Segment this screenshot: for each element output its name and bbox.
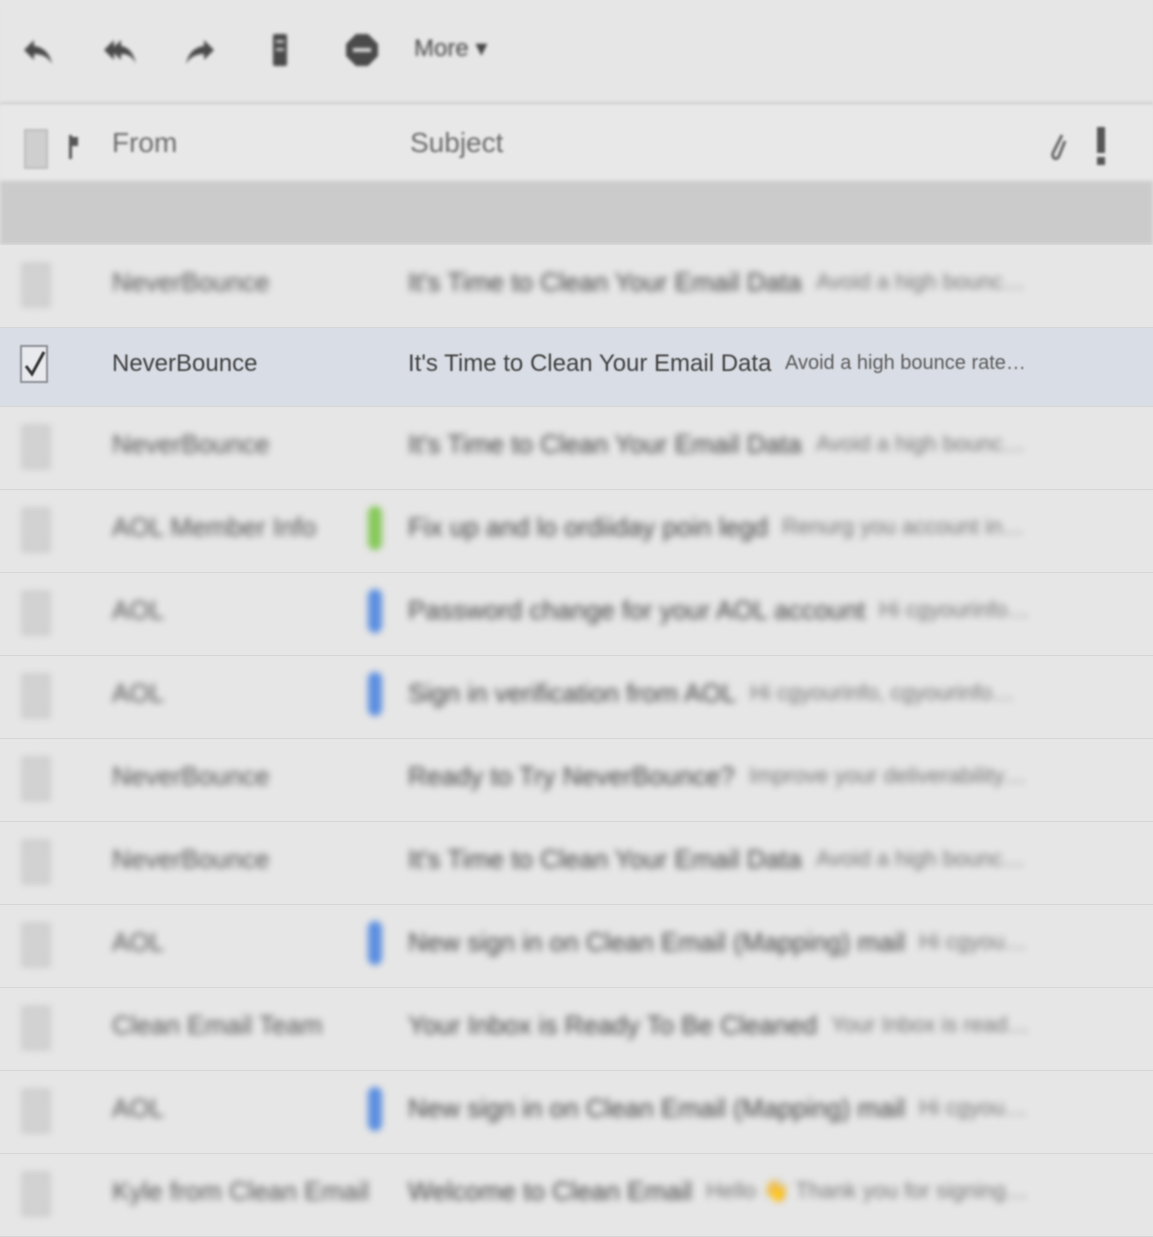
message-subject: Your Inbox is Ready To Be Cleaned — [408, 1010, 818, 1040]
message-snippet: Your Inbox is ready to be cleaned... — [831, 1012, 1030, 1037]
archive-icon — [273, 34, 287, 66]
archive-button[interactable] — [258, 28, 302, 72]
reply-button[interactable] — [16, 28, 60, 72]
message-snippet: Hi cgyourinfo, cgyourinfo@aol.co... — [750, 680, 1030, 705]
message-sender: Clean Email Team — [112, 1010, 323, 1040]
message-subject: New sign in on Clean Email (Mapping) mai… — [408, 927, 906, 957]
message-row[interactable]: AOL Member Info Fix up and lo ordiiday po… — [0, 490, 1153, 573]
message-sender: AOL — [112, 927, 165, 957]
message-sender: NeverBounce — [112, 267, 270, 297]
message-subject: New sign in on Clean Email (Mapping) mai… — [408, 1093, 906, 1123]
category-tag — [368, 506, 382, 550]
message-row[interactable]: Clean Email Team Your Inbox is Ready To B… — [0, 988, 1153, 1071]
message-checkbox[interactable] — [22, 757, 50, 801]
message-checkbox[interactable] — [22, 591, 50, 635]
message-snippet: Hi cgyourinfo, The passwo... — [879, 597, 1030, 622]
forward-button[interactable] — [178, 28, 222, 72]
message-snippet: Hello 👋 Thank you for signing up for Cle… — [706, 1178, 1030, 1203]
message-subject: It's Time to Clean Your Email Data — [408, 350, 772, 377]
message-checkbox[interactable] — [22, 1006, 50, 1050]
message-sender: AOL Member Info — [112, 512, 317, 542]
message-subject: Welcome to Clean Email — [408, 1176, 693, 1206]
message-sender: AOL — [112, 595, 165, 625]
message-row[interactable]: AOL Password change for your AOL account H… — [0, 573, 1153, 656]
message-row[interactable]: AOL New sign in on Clean Email (Mapping) … — [0, 905, 1153, 988]
message-checkbox[interactable] — [22, 263, 50, 307]
message-snippet: Hi cgyourinfo, Your AOL... — [919, 929, 1030, 954]
message-checkbox[interactable] — [22, 425, 50, 469]
message-sender: NeverBounce — [112, 761, 270, 791]
message-snippet: Hi cgyourinfo, Your AOL... — [919, 1095, 1030, 1120]
message-sender: Kyle from Clean Email — [112, 1176, 370, 1206]
flag-icon[interactable] — [68, 135, 78, 159]
reply-all-icon — [104, 40, 136, 64]
message-row[interactable]: AOL Sign in verification from AOL Hi cgyou… — [0, 656, 1153, 739]
attachment-icon[interactable] — [1048, 131, 1068, 165]
group-header-band — [0, 181, 1153, 245]
toolbar: More ▾ — [0, 0, 1153, 105]
reply-all-button[interactable] — [98, 28, 142, 72]
column-options-icon[interactable] — [1094, 127, 1108, 167]
message-checkbox[interactable] — [22, 1172, 50, 1216]
message-row[interactable]: Kyle from Clean Email Welcome to Clean Em… — [0, 1154, 1153, 1237]
message-snippet: Improve your deliverability and stop pro… — [749, 763, 1030, 788]
message-sender: NeverBounce — [112, 350, 258, 377]
message-sender: NeverBounce — [112, 844, 270, 874]
message-row[interactable]: NeverBounce It's Time to Clean Your Email… — [0, 328, 1153, 407]
subject-column-header[interactable]: Subject — [410, 127, 503, 159]
from-column-header[interactable]: From — [112, 127, 177, 159]
message-sender: AOL — [112, 1093, 165, 1123]
message-subject: It's Time to Clean Your Email Data — [408, 844, 802, 874]
message-subject: Ready to Try NeverBounce? — [408, 761, 735, 791]
message-row[interactable]: NeverBounce It's Time to Clean Your Email… — [0, 822, 1153, 905]
message-row[interactable]: AOL New sign in on Clean Email (Mapping) … — [0, 1071, 1153, 1154]
message-checkbox[interactable] — [22, 840, 50, 884]
message-sender: NeverBounce — [112, 429, 270, 459]
message-row[interactable]: NeverBounce It's Time to Clean Your Email… — [0, 407, 1153, 490]
message-row[interactable]: NeverBounce It's Time to Clean Your Email… — [0, 245, 1153, 328]
message-subject: Sign in verification from AOL — [408, 678, 737, 708]
message-snippet: Avoid a high bounce rate and reach ... — [816, 431, 1030, 456]
category-tag — [368, 589, 382, 633]
message-checkbox[interactable] — [22, 674, 50, 718]
message-row[interactable]: NeverBounce Ready to Try NeverBounce? Impr… — [0, 739, 1153, 822]
message-sender: AOL — [112, 678, 165, 708]
message-checkbox[interactable] — [20, 342, 48, 383]
message-checkbox[interactable] — [22, 1089, 50, 1133]
message-checkbox[interactable] — [22, 508, 50, 552]
message-subject: It's Time to Clean Your Email Data — [408, 429, 802, 459]
category-tag — [368, 921, 382, 965]
spam-icon — [346, 34, 378, 66]
reply-icon — [24, 40, 52, 64]
message-snippet: Avoid a high bounce rate and reach ... — [816, 846, 1030, 871]
message-snippet: Avoid a high bounce rate and reach ... — [785, 352, 1030, 374]
message-subject: Password change for your AOL account — [408, 595, 866, 625]
message-subject: Fix up and lo ordiiday poin legd — [408, 512, 768, 542]
message-checkbox[interactable] — [22, 923, 50, 967]
spam-button[interactable] — [340, 28, 384, 72]
checkmark-icon — [20, 345, 48, 383]
select-all-checkbox[interactable] — [24, 129, 48, 169]
category-tag — [368, 1087, 382, 1131]
message-subject: It's Time to Clean Your Email Data — [408, 267, 802, 297]
forward-icon — [186, 40, 214, 64]
message-snippet: Avoid a high bounce rate and reach ... — [816, 269, 1030, 294]
message-snippet: Renurg you account informatio fo... — [782, 514, 1030, 539]
category-tag — [368, 672, 382, 716]
more-menu-button[interactable]: More ▾ — [414, 34, 487, 63]
message-list: NeverBounce It's Time to Clean Your Email… — [0, 245, 1153, 1237]
column-header: From Subject — [0, 105, 1153, 181]
